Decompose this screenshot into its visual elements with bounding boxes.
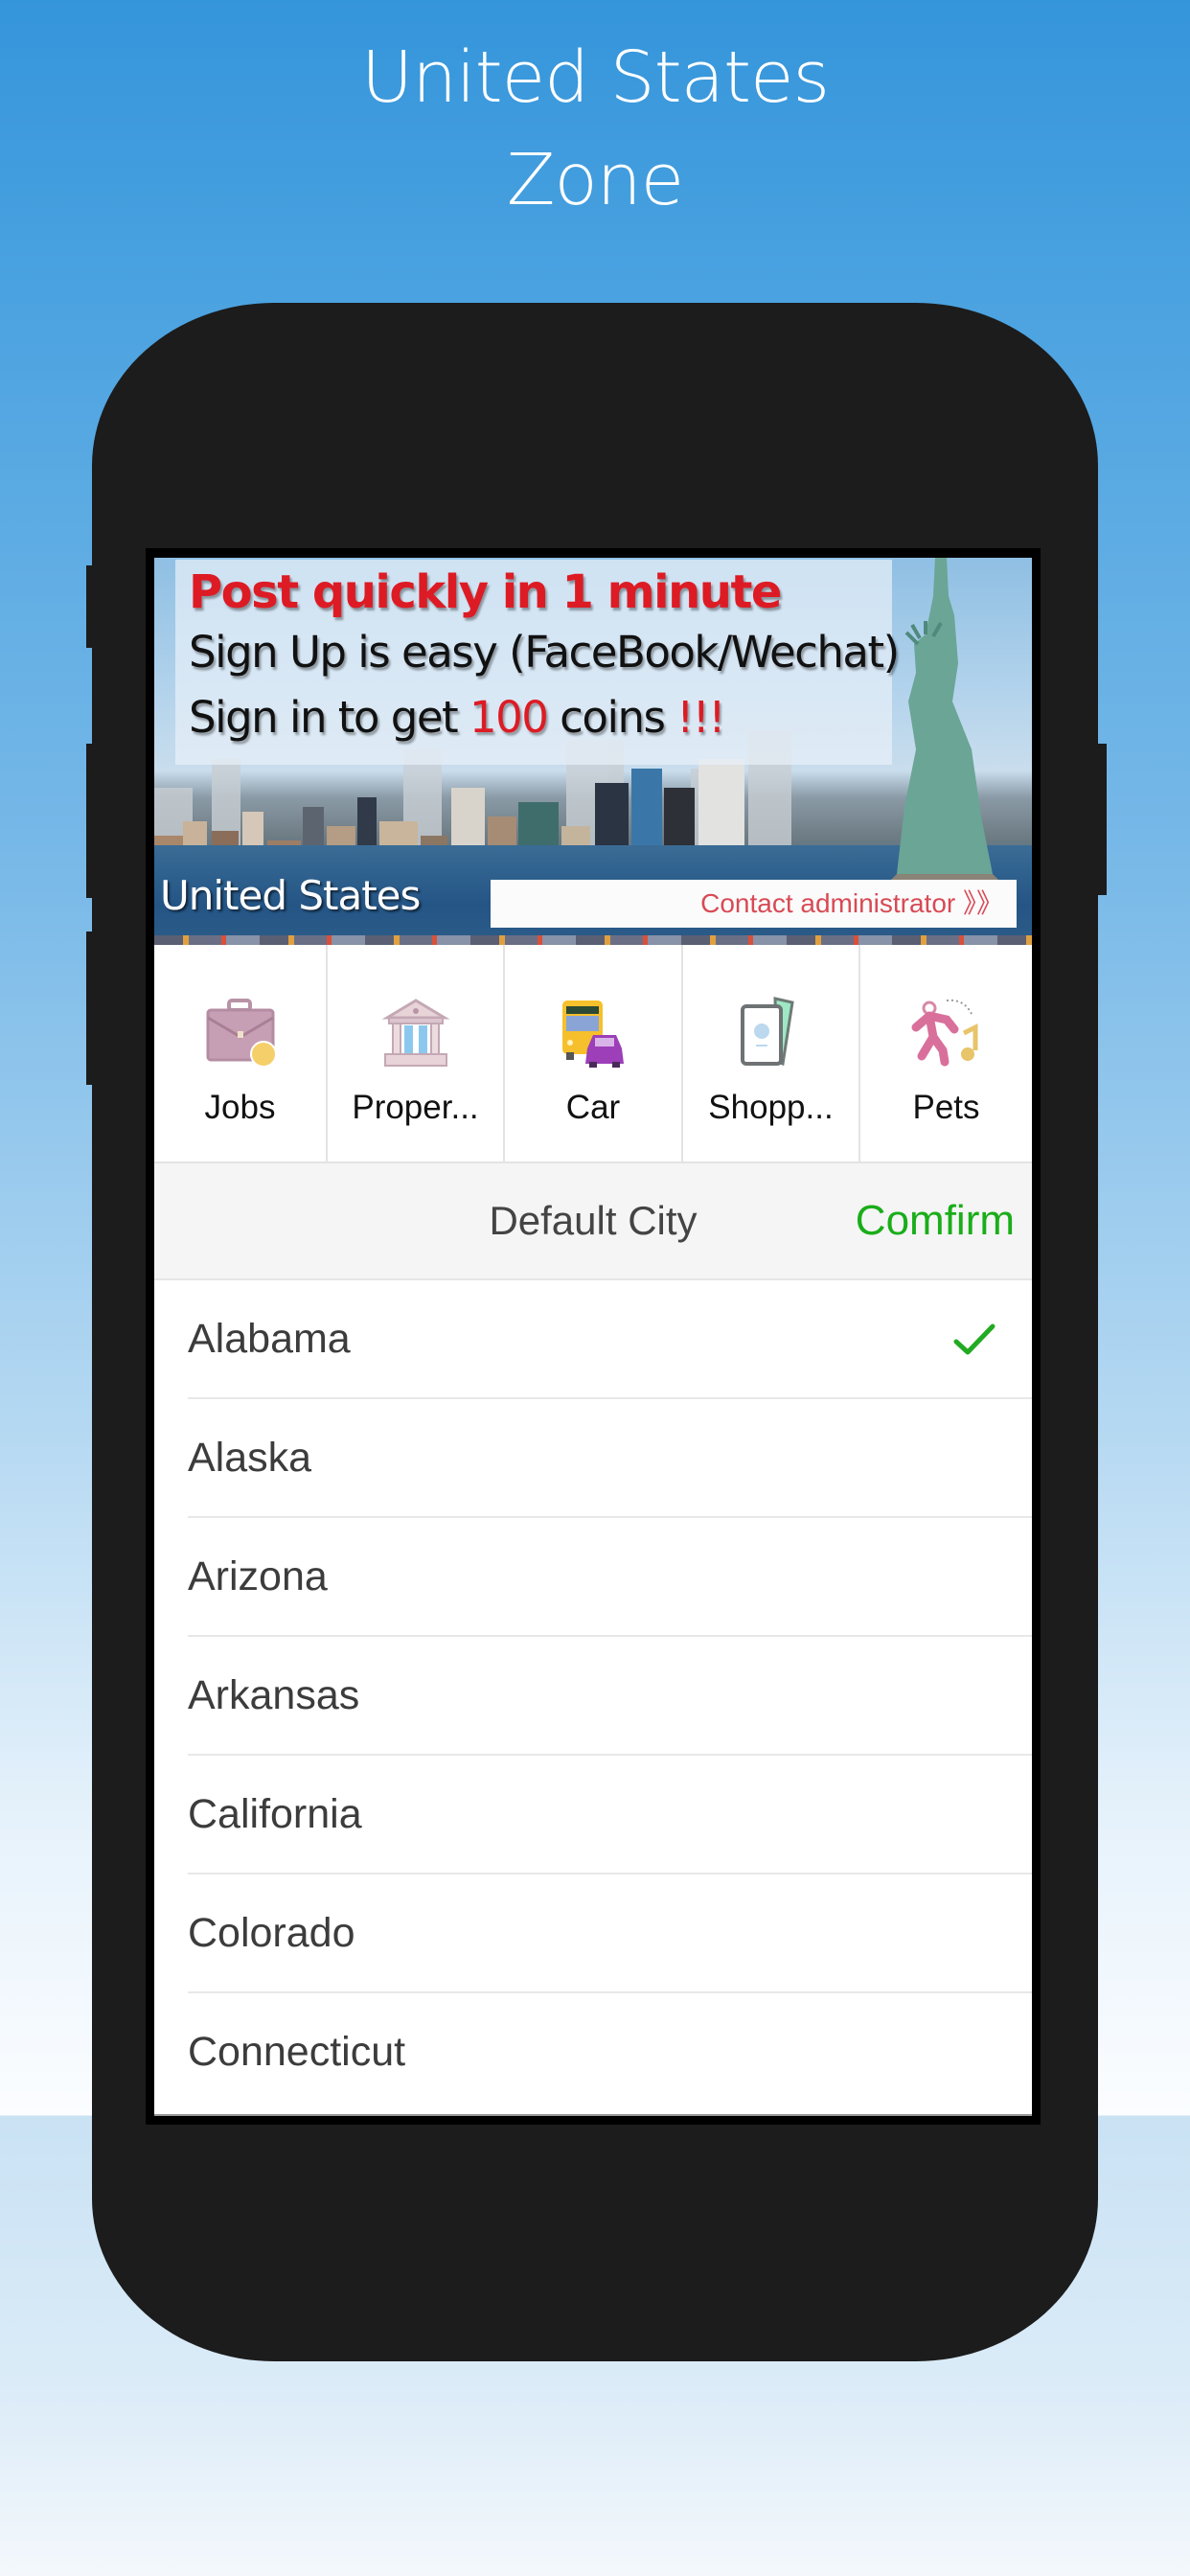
state-name: Alabama [188,1316,351,1362]
screen-bottom-divider [154,2114,1032,2116]
state-name: Alaska [188,1435,312,1481]
promo-coins-prefix: Sign in to get [189,692,469,743]
category-property[interactable]: Proper... [328,945,505,1162]
promo-exclaim: !!! [676,692,725,743]
dancing-pet-icon [911,999,977,1067]
promo-coins-amount: 100 [469,692,549,743]
state-row-alabama[interactable]: Alabama [188,1280,1032,1399]
car-bus-icon [562,1000,624,1068]
category-shopping[interactable]: Shopp... [683,945,860,1162]
briefcase-icon [206,999,277,1068]
state-name: California [188,1791,362,1837]
state-row-arizona[interactable]: Arizona [188,1518,1032,1637]
state-row-alaska[interactable]: Alaska [188,1399,1032,1518]
state-row-colorado[interactable]: Colorado [188,1874,1032,1993]
page-title-line1: United States [360,36,830,119]
page-title: United States Zone [0,27,1190,232]
category-label: Shopp... [708,1089,834,1126]
confirm-button[interactable]: Comfirm [856,1163,1015,1278]
page-title-line2: Zone [506,139,684,221]
category-label: Jobs [204,1089,276,1126]
contact-administrator-button[interactable]: Contact administrator 》》 [491,880,1017,928]
state-name: Connecticut [188,2029,406,2075]
promo-banner[interactable]: Post quickly in 1 minute Sign Up is easy… [154,558,1032,945]
banner-country-label: United States [160,872,421,919]
bank-building-icon [381,999,449,1067]
category-pets[interactable]: Pets [860,945,1032,1162]
promo-signup-text: Sign Up is easy (FaceBook/Wechat) [189,627,900,678]
category-jobs[interactable]: Jobs [154,945,328,1162]
category-label: Pets [912,1089,980,1126]
phone-screen: Post quickly in 1 minute Sign Up is easy… [154,558,1032,2116]
state-row-connecticut[interactable]: Connecticut [188,1993,1032,2112]
promo-headline: Post quickly in 1 minute [189,565,782,619]
promo-coins-suffix: coins [547,692,677,743]
state-name: Colorado [188,1910,355,1956]
category-car[interactable]: Car [505,945,683,1162]
city-lights-strip [154,935,1032,945]
category-label: Car [565,1089,621,1126]
category-bar: Jobs Proper... Car Shopp... Pets [154,945,1032,1163]
check-icon [953,1323,995,1355]
state-list: Alabama Alaska Arizona Arkansas Californ… [154,1280,1032,2112]
category-label: Proper... [352,1089,479,1126]
state-name: Arizona [188,1553,328,1599]
state-row-arkansas[interactable]: Arkansas [188,1637,1032,1756]
state-row-california[interactable]: California [188,1756,1032,1874]
shopping-cards-icon [740,997,794,1066]
state-name: Arkansas [188,1672,360,1718]
promo-coins-text: Sign in to get 100 coins !!! [189,692,725,743]
city-picker-header: Default City Comfirm [154,1163,1032,1280]
